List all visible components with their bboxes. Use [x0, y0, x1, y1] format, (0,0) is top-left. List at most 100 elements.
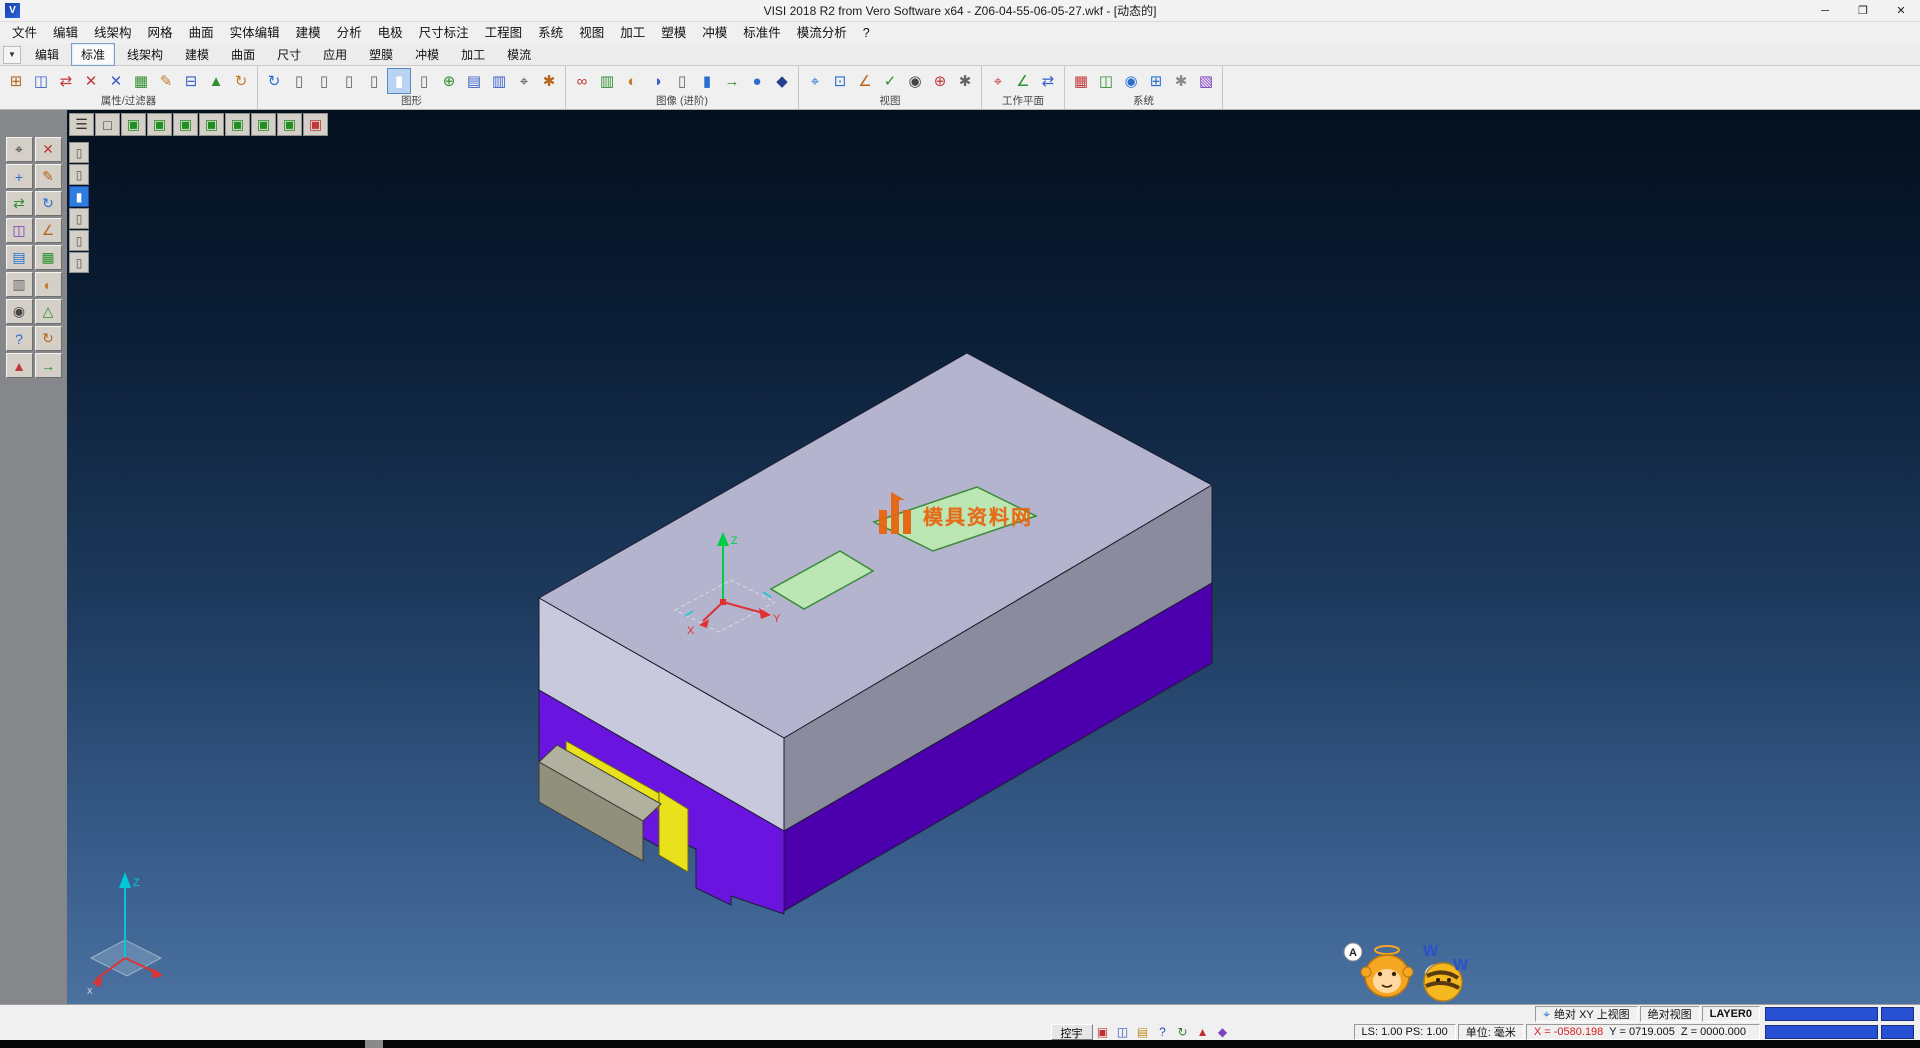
zoom-extents-icon[interactable]: ⌖ — [803, 68, 827, 94]
menu-item[interactable]: 视图 — [571, 23, 612, 43]
layer-slot-3-icon[interactable]: ▮ — [69, 186, 89, 207]
tab-modeling[interactable]: 建模 — [175, 43, 219, 66]
print-icon[interactable]: ◫ — [29, 68, 53, 94]
menu-item[interactable]: 冲模 — [694, 23, 735, 43]
arrow-cylinder-icon[interactable]: → — [720, 68, 744, 94]
viewbar-window-icon[interactable]: □ — [95, 113, 120, 136]
measure-icon[interactable]: ∠ — [35, 218, 62, 243]
select-icon[interactable]: ⌖ — [6, 137, 33, 162]
menu-item[interactable]: 曲面 — [181, 23, 222, 43]
menu-item[interactable]: 编辑 — [45, 23, 86, 43]
viewbar-menu-icon[interactable]: ☰ — [69, 113, 94, 136]
menu-item[interactable]: 尺寸标注 — [411, 23, 477, 43]
color-grid-icon[interactable]: ▦ — [1069, 68, 1093, 94]
cylinder-4-icon[interactable]: ▯ — [362, 68, 386, 94]
menu-item[interactable]: 网格 — [140, 23, 181, 43]
marker-icon[interactable]: ▲ — [204, 68, 228, 94]
zoom-window-icon[interactable]: ⊡ — [828, 68, 852, 94]
front-view-icon[interactable]: ▣ — [173, 113, 198, 136]
rotate-icon[interactable]: ↻ — [35, 191, 62, 216]
flag-icon[interactable]: ▲ — [6, 353, 33, 378]
tab-standard[interactable]: 标准 — [71, 43, 115, 66]
duplicate-icon[interactable]: ⊟ — [179, 68, 203, 94]
menu-item[interactable]: 模流分析 — [789, 23, 855, 43]
minimize-button[interactable]: ─ — [1806, 0, 1844, 21]
right-view-icon[interactable]: ▣ — [199, 113, 224, 136]
cylinder-add-icon[interactable]: ⊕ — [437, 68, 461, 94]
snowflake-icon[interactable]: ✱ — [1169, 68, 1193, 94]
refresh-graphics-icon[interactable]: ↻ — [262, 68, 286, 94]
view-config-icon[interactable]: ✱ — [953, 68, 977, 94]
menu-item[interactable]: 线架构 — [86, 23, 140, 43]
rgb-bars-icon[interactable]: ▥ — [595, 68, 619, 94]
monitor-icon[interactable]: ◫ — [1094, 68, 1118, 94]
drop-cylinder-icon[interactable]: ● — [745, 68, 769, 94]
maximize-button[interactable]: ❐ — [1844, 0, 1882, 21]
tab-flow[interactable]: 模流 — [497, 43, 541, 66]
grid-icon[interactable]: ▦ — [35, 245, 62, 270]
menu-item[interactable]: 工程图 — [477, 23, 531, 43]
cylinder-5-icon[interactable]: ▯ — [412, 68, 436, 94]
menu-item[interactable]: 塑模 — [653, 23, 694, 43]
menu-item[interactable]: 实体编辑 — [222, 23, 288, 43]
redo-icon[interactable]: ↻ — [35, 326, 62, 351]
grid-filter-icon[interactable]: ▦ — [129, 68, 153, 94]
target-icon[interactable]: ⊕ — [928, 68, 952, 94]
add-icon[interactable]: + — [6, 164, 33, 189]
shade-half-icon[interactable]: ◐ — [35, 272, 62, 297]
verify-icon[interactable]: ✓ — [878, 68, 902, 94]
mirror-icon[interactable]: ◫ — [6, 218, 33, 243]
globe-icon[interactable]: ◉ — [1119, 68, 1143, 94]
blue-cube-icon[interactable]: ◆ — [770, 68, 794, 94]
tab-machining[interactable]: 加工 — [451, 43, 495, 66]
menu-item[interactable]: 电极 — [370, 23, 411, 43]
tab-die[interactable]: 冲模 — [405, 43, 449, 66]
shading-icon[interactable]: ◑ — [645, 68, 669, 94]
layer-slot-5-icon[interactable]: ▯ — [69, 230, 89, 251]
tab-mould[interactable]: 塑膜 — [359, 43, 403, 66]
menu-item[interactable]: 加工 — [612, 23, 653, 43]
bottom-view-icon[interactable]: ▣ — [277, 113, 302, 136]
database-icon[interactable]: ▥ — [6, 272, 33, 297]
menu-item[interactable]: ? — [855, 23, 878, 43]
tab-application[interactable]: 应用 — [313, 43, 357, 66]
tab-dropdown-icon[interactable]: ▼ — [3, 46, 21, 64]
ruler-icon[interactable]: ∠ — [853, 68, 877, 94]
layer-slot-4-icon[interactable]: ▯ — [69, 208, 89, 229]
stereo-glasses-icon[interactable]: ∞ — [570, 68, 594, 94]
small-cylinder-icon[interactable]: ▯ — [670, 68, 694, 94]
graphics-config-icon[interactable]: ✱ — [537, 68, 561, 94]
reset-icon[interactable]: ↻ — [229, 68, 253, 94]
swap-filter-icon[interactable]: ⇄ — [54, 68, 78, 94]
close-button[interactable]: ✕ — [1882, 0, 1920, 21]
table-icon[interactable]: ⊞ — [1144, 68, 1168, 94]
cylinder-active-icon[interactable]: ▮ — [387, 68, 411, 94]
graphics-search-icon[interactable]: ⌖ — [512, 68, 536, 94]
back-view-icon[interactable]: ▣ — [251, 113, 276, 136]
status-folder-icon[interactable]: ▤ — [1134, 1024, 1152, 1040]
menu-item[interactable]: 建模 — [288, 23, 329, 43]
workplane-edit-icon[interactable]: ∠ — [1011, 68, 1035, 94]
cylinder-3-icon[interactable]: ▯ — [337, 68, 361, 94]
cut-red-icon[interactable]: ✕ — [79, 68, 103, 94]
export-icon[interactable]: → — [35, 353, 62, 378]
menu-item[interactable]: 系统 — [530, 23, 571, 43]
tab-dimension[interactable]: 尺寸 — [267, 43, 311, 66]
menu-item[interactable]: 文件 — [4, 23, 45, 43]
menu-item[interactable]: 分析 — [329, 23, 370, 43]
view-mode-segment[interactable]: ⌖ 绝对 XY 上视图 — [1535, 1006, 1637, 1022]
tab-surface[interactable]: 曲面 — [221, 43, 265, 66]
triangle-icon[interactable]: △ — [35, 299, 62, 324]
sheet-icon[interactable]: ▤ — [6, 245, 33, 270]
properties-icon[interactable]: ⊞ — [4, 68, 28, 94]
lock-toggle-button[interactable]: 控宇 — [1051, 1024, 1093, 1040]
query-icon[interactable]: ? — [6, 326, 33, 351]
delete-icon[interactable]: ✕ — [35, 137, 62, 162]
cylinder-1-icon[interactable]: ▯ — [287, 68, 311, 94]
status-cube-icon[interactable]: ◆ — [1214, 1024, 1232, 1040]
cylinder-2-icon[interactable]: ▯ — [312, 68, 336, 94]
workplane-align-icon[interactable]: ⇄ — [1036, 68, 1060, 94]
dynamic-view-icon[interactable]: ▣ — [303, 113, 328, 136]
eye-icon[interactable]: ◉ — [903, 68, 927, 94]
visibility-icon[interactable]: ◉ — [6, 299, 33, 324]
